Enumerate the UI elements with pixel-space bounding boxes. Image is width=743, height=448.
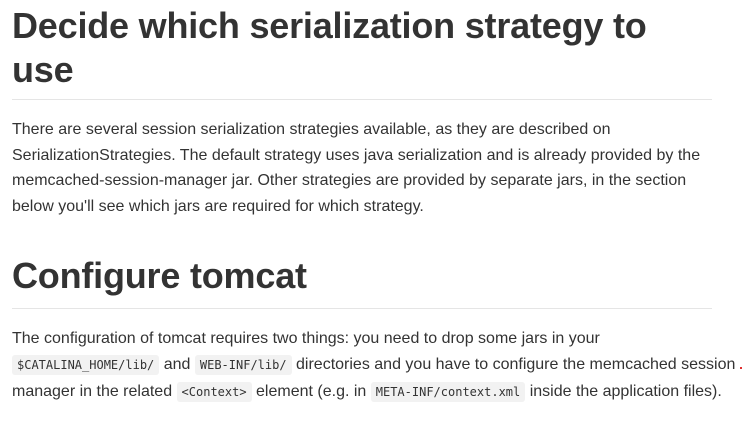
heading-divider (12, 99, 712, 100)
inline-code-context-element: <Context> (176, 381, 252, 402)
edge-marker (740, 367, 742, 369)
section-heading-configure-tomcat: Configure tomcat (12, 255, 307, 296)
inline-code-context-xml: META-INF/context.xml (370, 381, 526, 402)
configure-tomcat-paragraph: The configuration of tomcat requires two… (12, 326, 737, 405)
paragraph-text: element (e.g. in (251, 382, 371, 400)
inline-code-webinf-lib: WEB-INF/lib/ (194, 355, 292, 376)
paragraph-text: inside the application files). (525, 382, 722, 400)
serialization-paragraph: There are several session serialization … (12, 121, 701, 216)
paragraph-text: and (159, 356, 195, 374)
inline-code-catalina-lib: $CATALINA_HOME/lib/ (12, 355, 160, 376)
section-heading-serialization: Decide which serialization strategy to u… (12, 5, 647, 90)
heading-divider (12, 308, 712, 309)
paragraph-text: The configuration of tomcat requires two… (12, 330, 600, 347)
